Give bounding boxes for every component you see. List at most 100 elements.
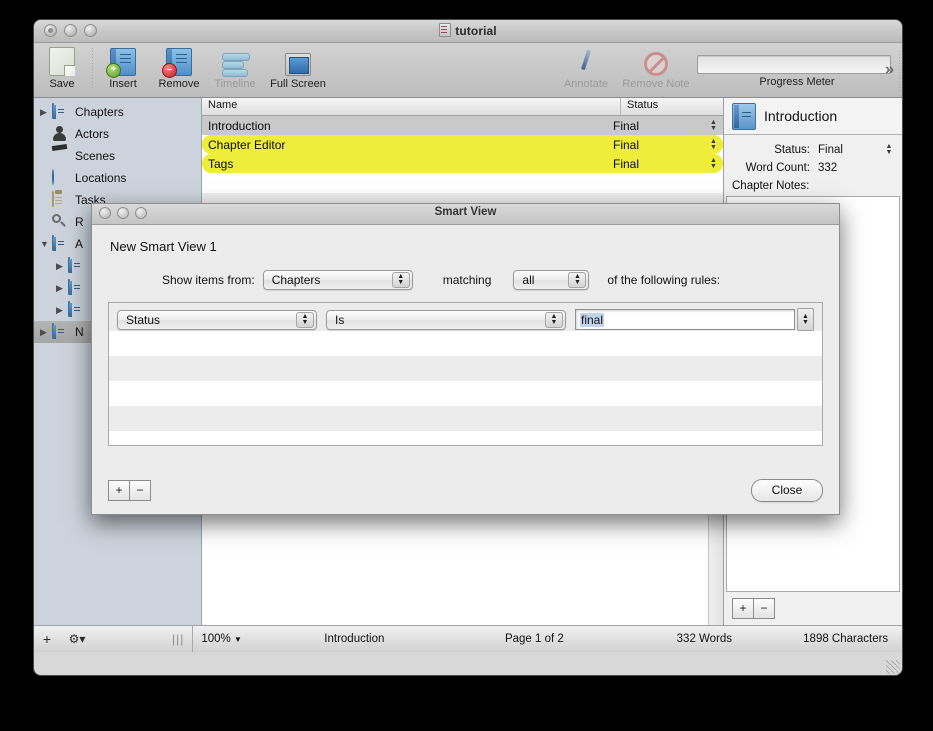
smart-view-footer: + − Close bbox=[92, 466, 839, 514]
toolbar-save[interactable]: Save bbox=[34, 43, 90, 90]
chevron-right-icon[interactable] bbox=[56, 261, 68, 272]
row-name: Introduction bbox=[208, 118, 271, 133]
progress-meter-field[interactable] bbox=[697, 55, 891, 74]
chevron-right-icon[interactable] bbox=[40, 107, 52, 118]
rules-stripe bbox=[109, 406, 822, 431]
timeline-icon bbox=[207, 48, 263, 77]
chevron-updown-icon: ▲ ▼ bbox=[296, 311, 314, 328]
table-row[interactable]: Tags Final ▲ ▼ bbox=[202, 154, 723, 173]
sidebar-item-locations[interactable]: Locations bbox=[34, 167, 201, 189]
chevron-down-icon[interactable] bbox=[40, 239, 52, 249]
smart-view-body: New Smart View 1 Show items from: Chapte… bbox=[92, 225, 839, 290]
source-select[interactable]: Chapters ▲ ▼ bbox=[262, 270, 413, 290]
rule-field-select[interactable]: Status ▲ ▼ bbox=[117, 309, 317, 330]
column-header-name[interactable]: Name bbox=[202, 98, 621, 115]
book-icon bbox=[68, 257, 86, 274]
toolbar-insert[interactable]: + Insert bbox=[95, 43, 151, 90]
toolbar-remove-label: Remove bbox=[158, 78, 200, 90]
book-icon bbox=[52, 235, 70, 252]
row-name: Chapter Editor bbox=[208, 137, 286, 152]
status-words: 332 Words bbox=[676, 633, 733, 645]
source-select-value: Chapters bbox=[271, 273, 321, 287]
window-title: tutorial bbox=[34, 23, 902, 38]
close-dialog-button[interactable]: Close bbox=[751, 478, 823, 502]
gear-icon[interactable]: ⚙▾ bbox=[60, 632, 94, 646]
window-titlebar[interactable]: tutorial bbox=[34, 20, 902, 43]
search-icon bbox=[52, 214, 70, 230]
matching-label: matching bbox=[442, 273, 492, 287]
table-row[interactable]: Chapter Editor Final ▲ ▼ bbox=[202, 135, 723, 154]
row-status-stepper[interactable]: ▲ ▼ bbox=[709, 138, 718, 152]
rule-field-value: Status bbox=[126, 312, 161, 327]
window-title-text: tutorial bbox=[455, 24, 497, 38]
sidebar-item-actors[interactable]: Actors bbox=[34, 123, 201, 145]
chevron-right-icon[interactable] bbox=[40, 327, 52, 338]
smart-view-criteria-line: Show items from: Chapters ▲ ▼ matching al… bbox=[110, 270, 821, 290]
screenshot-root: tutorial Save + Insert – Remove Timeline… bbox=[0, 0, 933, 731]
row-status: Final bbox=[613, 156, 640, 171]
row-status-stepper[interactable]: ▲ ▼ bbox=[709, 119, 718, 133]
smart-view-title: Smart View bbox=[434, 206, 497, 218]
toolbar-save-label: Save bbox=[49, 78, 75, 90]
clipboard-icon bbox=[52, 191, 70, 208]
inspector-title: Introduction bbox=[764, 108, 838, 124]
book-icon bbox=[68, 301, 86, 318]
list-header: Name Status bbox=[202, 98, 723, 116]
sidebar-item-chapters[interactable]: Chapters bbox=[34, 101, 201, 123]
rules-stripe bbox=[109, 381, 822, 406]
sidebar-item-label: Locations bbox=[75, 171, 127, 185]
sidebar-item-scenes[interactable]: Scenes bbox=[34, 145, 201, 167]
inspector-add-button[interactable]: + bbox=[732, 598, 754, 619]
column-header-status[interactable]: Status bbox=[621, 98, 723, 115]
toolbar-remove[interactable]: – Remove bbox=[151, 43, 207, 90]
inspector-header: Introduction bbox=[724, 98, 902, 135]
add-view-button[interactable]: + bbox=[34, 631, 60, 647]
row-status: Final bbox=[613, 137, 640, 152]
toolbar-timeline-label: Timeline bbox=[214, 78, 256, 90]
toolbar-timeline[interactable]: Timeline bbox=[207, 43, 263, 90]
rules-stripe bbox=[109, 356, 822, 381]
smart-view-titlebar[interactable]: Smart View bbox=[92, 204, 839, 225]
chevron-down-icon: ▼ bbox=[233, 635, 242, 644]
table-row[interactable]: Introduction Final ▲ ▼ bbox=[202, 116, 723, 135]
zoom-control[interactable]: 100% ▼ bbox=[201, 633, 259, 645]
rule-value-input[interactable]: final bbox=[575, 309, 795, 330]
toolbar-overflow-button[interactable]: » bbox=[885, 61, 894, 79]
smart-view-name[interactable]: New Smart View 1 bbox=[110, 239, 821, 254]
status-document-name: Introduction bbox=[324, 633, 385, 645]
sidebar-item-label: Actors bbox=[75, 127, 110, 141]
chevron-right-icon[interactable] bbox=[56, 283, 68, 294]
book-icon bbox=[68, 279, 86, 296]
inspector-footer: + − bbox=[724, 592, 902, 625]
toolbar-fullscreen[interactable]: Full Screen bbox=[263, 43, 333, 90]
chapter-notes-label: Chapter Notes: bbox=[732, 180, 810, 192]
document-icon bbox=[439, 23, 452, 37]
toolbar-remove-note[interactable]: Remove Note bbox=[615, 43, 697, 90]
remove-rule-button[interactable]: − bbox=[130, 479, 151, 501]
toolbar-progress-meter[interactable]: Progress Meter bbox=[697, 43, 897, 88]
rules-list: Status ▲ ▼ Is ▲ ▼ final ▲ ▼ bbox=[108, 302, 823, 446]
match-mode-select[interactable]: all ▲ ▼ bbox=[513, 270, 590, 290]
status-stepper[interactable]: ▲ ▼ bbox=[884, 143, 894, 156]
rule-row: Status ▲ ▼ Is ▲ ▼ final ▲ ▼ bbox=[109, 303, 822, 331]
no-note-icon bbox=[615, 48, 697, 76]
chevron-right-icon[interactable] bbox=[56, 305, 68, 316]
actor-icon bbox=[52, 126, 70, 142]
rules-stripe bbox=[109, 331, 822, 356]
remove-book-icon: – bbox=[151, 48, 207, 78]
sidebar-resize-grip[interactable]: ||| bbox=[172, 632, 184, 646]
sidebar-item-label: Chapters bbox=[75, 105, 124, 119]
book-icon bbox=[732, 102, 756, 130]
match-mode-value: all bbox=[522, 273, 535, 287]
window-resize-grip[interactable] bbox=[886, 660, 900, 674]
row-status-stepper[interactable]: ▲ ▼ bbox=[709, 157, 718, 171]
inspector-field-status: Status: Final ▲ ▼ bbox=[732, 143, 894, 156]
rule-operator-select[interactable]: Is ▲ ▼ bbox=[326, 309, 566, 330]
save-icon bbox=[34, 47, 90, 76]
rule-value-stepper[interactable]: ▲ ▼ bbox=[797, 308, 814, 331]
status-characters: 1898 Characters bbox=[803, 633, 889, 645]
toolbar-annotate[interactable]: Annotate bbox=[557, 43, 615, 90]
inspector-fields: Status: Final ▲ ▼ Word Count: 332 Chapter… bbox=[724, 135, 902, 192]
inspector-remove-button[interactable]: − bbox=[754, 598, 775, 619]
add-rule-button[interactable]: + bbox=[108, 479, 130, 501]
